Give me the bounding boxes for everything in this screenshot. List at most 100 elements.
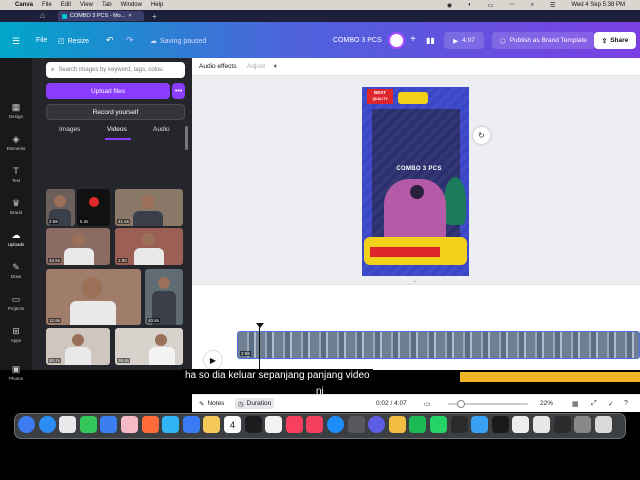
design-title[interactable]: COMBO 3 PCS [333, 37, 382, 44]
browser-tab[interactable]: COMBO 3 PCS - Mo... × [58, 11, 144, 21]
rail-draw[interactable]: ✎ Draw [0, 262, 32, 279]
upload-more-button[interactable]: ••• [172, 83, 185, 99]
maps-icon[interactable] [121, 416, 138, 433]
video-thumbnail[interactable]: 2:59 [46, 189, 75, 226]
spotify-icon[interactable] [409, 416, 427, 433]
check-icon[interactable]: ✓ [608, 400, 614, 408]
appletv-icon[interactable] [244, 416, 262, 433]
telegram-icon[interactable] [471, 416, 489, 433]
volume-icon[interactable]: 🔈︎ [274, 63, 278, 71]
file-menu-button[interactable]: File [36, 37, 47, 44]
video-thumbnail[interactable]: 12.9s [46, 269, 141, 325]
video-thumbnail[interactable]: 40.8s [145, 269, 183, 325]
trash-icon[interactable] [594, 416, 612, 433]
menu-edit[interactable]: Edit [61, 2, 71, 8]
preview-icon[interactable] [512, 416, 530, 433]
music-icon[interactable] [285, 416, 303, 433]
playhead[interactable] [259, 326, 260, 370]
home-icon[interactable]: ⌂ [40, 11, 45, 20]
publish-brand-template-button[interactable]: ⬡ Publish as Brand Template [492, 32, 595, 49]
chrome-icon[interactable] [388, 416, 406, 433]
whatsapp-icon[interactable] [430, 416, 447, 433]
grid-view-icon[interactable]: ▦ [572, 400, 579, 408]
help-icon[interactable]: ? [624, 400, 628, 407]
menu-file[interactable]: File [42, 2, 52, 8]
terminal-icon[interactable] [553, 416, 571, 433]
rail-text[interactable]: T Text [0, 166, 32, 183]
finder-icon[interactable] [18, 416, 35, 433]
tab-audio[interactable]: Audio [153, 126, 170, 133]
video-thumbnail[interactable]: 40.5s [46, 228, 110, 265]
notes-button[interactable]: ✎ Notes [199, 400, 224, 408]
downloads-icon[interactable] [574, 416, 592, 433]
close-tab-icon[interactable]: × [128, 13, 131, 19]
rail-design[interactable]: ▦ Design [0, 102, 32, 119]
avatar[interactable] [388, 32, 405, 49]
rail-uploads[interactable]: ☁ Uploads [0, 230, 32, 247]
iphone-mirroring-icon[interactable] [491, 416, 509, 433]
design-headline[interactable]: COMBO 3 PCS [384, 166, 454, 172]
resize-button[interactable]: ◰ Resize [58, 37, 89, 46]
zoom-level[interactable]: 22% [540, 400, 553, 407]
tab-videos[interactable]: Videos [107, 126, 127, 133]
video-thumbnail[interactable]: 50.2s [46, 328, 110, 365]
zoom-slider-knob[interactable] [457, 400, 465, 408]
capcut-icon[interactable] [450, 416, 468, 433]
rail-photos[interactable]: ▣ Photos [0, 364, 32, 381]
record-yourself-button[interactable]: Record yourself [46, 104, 185, 120]
menu-tab[interactable]: Tab [102, 2, 112, 8]
messages-icon[interactable] [79, 416, 97, 433]
design-canvas[interactable]: BEST QUALITY COMBO 3 PCS [362, 87, 469, 276]
reminders-icon[interactable] [265, 416, 283, 433]
audio-track[interactable] [460, 372, 640, 382]
wifi-icon[interactable]: ◠ [509, 2, 514, 9]
upload-files-button[interactable]: Upload files [46, 83, 170, 99]
search-input[interactable]: ⌕ Search images by keyword, tags, colou [46, 62, 185, 78]
search-icon[interactable]: ⌕ [531, 2, 534, 9]
redo-button[interactable]: ↷ [126, 35, 134, 46]
podcasts-icon[interactable] [306, 416, 324, 433]
new-tab-button[interactable]: + [152, 12, 157, 21]
rail-brand[interactable]: ♛ Brand [0, 198, 32, 215]
menubar-clock[interactable]: Wed 4 Sep 5:38 PM [571, 2, 625, 8]
undo-button[interactable]: ↶ [106, 35, 114, 46]
fullscreen-icon[interactable]: ⤢ [591, 400, 597, 408]
video-thumbnail[interactable]: 5.3s [77, 189, 110, 226]
menu-view[interactable]: View [80, 2, 93, 8]
safari-icon[interactable] [38, 416, 56, 433]
video-thumbnail[interactable]: 41.6s [115, 189, 183, 226]
screen-record-icon[interactable]: ◉ [447, 2, 452, 9]
video-thumbnail[interactable]: 1:00 [115, 228, 183, 265]
rail-apps[interactable]: ⊞ Apps [0, 326, 32, 343]
rail-projects[interactable]: ▭ Projects [0, 294, 32, 311]
panel-scrollbar[interactable] [185, 126, 188, 150]
appstore-icon[interactable] [327, 416, 344, 433]
contacts-icon[interactable] [182, 416, 200, 433]
present-button[interactable]: ▶ 4:07 [444, 32, 484, 49]
notes-icon[interactable] [203, 416, 221, 433]
menu-app-name[interactable]: Canva [15, 2, 33, 8]
refresh-icon[interactable]: ↻ [473, 127, 490, 144]
add-collaborator-button[interactable]: + [410, 34, 416, 45]
photos-icon[interactable] [141, 416, 159, 433]
timeline-play-button[interactable]: ▶ [203, 350, 223, 370]
rail-elements[interactable]: ◈ Elements [0, 134, 32, 151]
control-icon[interactable]: ◐ [468, 2, 472, 8]
video-thumbnail[interactable]: 36.8s [115, 328, 183, 365]
menu-window[interactable]: Window [121, 2, 142, 8]
playhead-handle[interactable] [256, 323, 264, 328]
facetime-icon[interactable] [162, 416, 180, 433]
settings-icon[interactable] [347, 416, 365, 433]
launchpad-icon[interactable] [59, 416, 77, 433]
share-button[interactable]: ⇪ Share [594, 32, 636, 49]
menu-hamburger-icon[interactable]: ☰ [12, 36, 20, 47]
textedit-icon[interactable] [533, 416, 550, 433]
calendar-icon[interactable]: 4 [224, 416, 241, 433]
duration-button[interactable]: ◷ Duration [235, 398, 275, 409]
adjust-button[interactable]: Adjust [247, 63, 265, 70]
tab-images[interactable]: Images [59, 126, 80, 133]
video-clip-track[interactable]: 2:59 [237, 331, 640, 359]
mail-icon[interactable] [100, 416, 118, 433]
menu-help[interactable]: Help [151, 2, 163, 8]
battery-icon[interactable]: ▭ [488, 2, 494, 9]
